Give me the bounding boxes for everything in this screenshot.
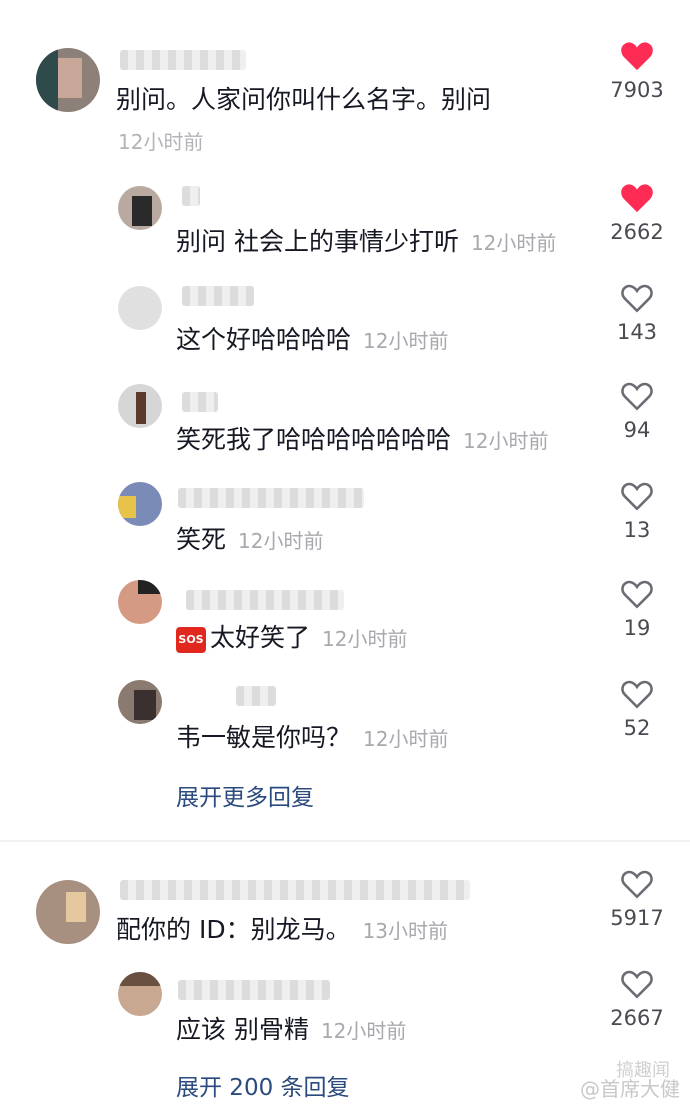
like-count: 2667 (610, 1006, 664, 1030)
avatar[interactable] (118, 482, 162, 526)
divider (0, 840, 690, 842)
avatar[interactable] (118, 384, 162, 428)
timestamp: 12小时前 (322, 627, 408, 651)
like-button[interactable]: 143 (606, 282, 668, 344)
like-button[interactable]: 2662 (606, 182, 668, 244)
like-button[interactable]: 19 (606, 578, 668, 640)
like-count: 52 (623, 716, 651, 740)
timestamp: 12小时前 (463, 429, 549, 453)
like-count: 19 (623, 616, 651, 640)
like-count: 7903 (610, 78, 664, 102)
like-button[interactable]: 2667 (606, 968, 668, 1030)
avatar[interactable] (36, 880, 100, 944)
timestamp: 12小时前 (238, 529, 324, 553)
avatar[interactable] (36, 48, 100, 112)
username[interactable] (182, 186, 200, 206)
avatar[interactable] (118, 972, 162, 1016)
watermark-handle: @首席大健 (580, 1077, 680, 1101)
heart-outline-icon (621, 680, 653, 709)
heart-outline-icon (621, 870, 653, 899)
like-button[interactable]: 94 (606, 380, 668, 442)
expand-more-replies-link[interactable]: 展开更多回复 (176, 778, 314, 812)
like-count: 143 (616, 320, 658, 344)
comment-text: 笑死 12小时前 (176, 525, 324, 554)
comment-text: 笑死我了哈哈哈哈哈哈哈 12小时前 (176, 425, 549, 454)
timestamp: 12小时前 (118, 130, 204, 154)
heart-outline-icon (621, 580, 653, 609)
like-count: 94 (623, 418, 651, 442)
like-count: 2662 (610, 220, 664, 244)
avatar[interactable] (118, 286, 162, 330)
like-button[interactable]: 52 (606, 678, 668, 740)
username[interactable] (120, 880, 470, 900)
username[interactable] (182, 286, 254, 306)
heart-outline-icon (621, 482, 653, 511)
like-count: 13 (623, 518, 651, 542)
comment-text: 配你的 ID：别龙马。 13小时前 (116, 915, 449, 944)
heart-filled-icon (621, 42, 653, 71)
comment-text: 应该 别骨精 12小时前 (176, 1015, 407, 1044)
heart-filled-icon (621, 184, 653, 213)
like-count: 5917 (610, 906, 664, 930)
sos-emoji-icon: SOS (176, 627, 206, 653)
avatar[interactable] (118, 680, 162, 724)
username[interactable] (178, 980, 330, 1000)
username[interactable] (182, 392, 218, 412)
heart-outline-icon (621, 970, 653, 999)
timestamp: 12小时前 (363, 329, 449, 353)
comment-text: 这个好哈哈哈哈 12小时前 (176, 325, 449, 354)
timestamp: 12小时前 (470, 231, 557, 255)
comment-text: 别问。人家问你叫什么名字。别问 (116, 85, 492, 114)
like-button[interactable]: 5917 (606, 868, 668, 930)
like-button[interactable]: 7903 (606, 40, 668, 102)
comment-text: 韦一敏是你吗？ 12小时前 (176, 723, 449, 752)
like-button[interactable]: 13 (606, 480, 668, 542)
comment-text: 别问 社会上的事情少打听 12小时前 (176, 227, 557, 256)
username[interactable] (236, 686, 276, 706)
heart-outline-icon (621, 284, 653, 313)
timestamp: 13小时前 (362, 919, 449, 943)
avatar[interactable] (118, 580, 162, 624)
timestamp: 12小时前 (320, 1019, 407, 1043)
username[interactable] (178, 488, 364, 508)
username[interactable] (186, 590, 344, 610)
expand-200-replies-link[interactable]: 展开 200 条回复 (176, 1068, 350, 1102)
avatar[interactable] (118, 186, 162, 230)
heart-outline-icon (621, 382, 653, 411)
comment-text: SOS 太好笑了 12小时前 (176, 618, 407, 654)
timestamp: 12小时前 (363, 727, 449, 751)
username[interactable] (120, 50, 246, 70)
